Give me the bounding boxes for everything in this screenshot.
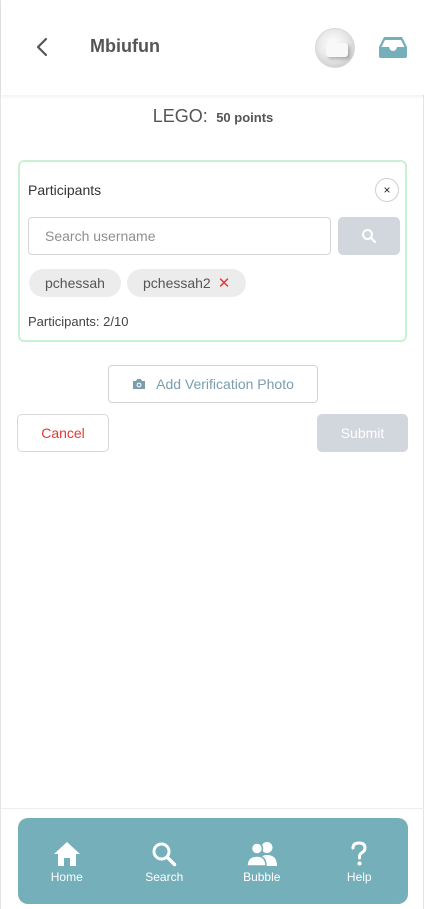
submit-button[interactable]: Submit [317, 414, 408, 452]
participant-username: pchessah [45, 275, 105, 291]
camera-icon [133, 379, 146, 389]
page-title: Mbiufun [90, 36, 160, 56]
close-participants-button[interactable]: × [375, 178, 399, 202]
search-button[interactable] [338, 217, 400, 255]
nav-label-help: Help [346, 869, 372, 884]
participant-username: pchessah2 [143, 275, 211, 291]
avatar-image [326, 43, 348, 57]
search-icon [152, 842, 177, 866]
participants-title: Participants [28, 182, 102, 198]
nav-label-bubble: Bubble [243, 869, 281, 884]
users-icon [245, 841, 277, 867]
nav-divider [1, 808, 424, 809]
app-frame: Mbiufun LEGO: 50 points Participants × S… [0, 0, 424, 909]
add-verification-photo-button[interactable]: Add Verification Photo [108, 365, 318, 403]
search-username-input[interactable] [28, 217, 331, 255]
nav-item-bubble[interactable]: Bubble [222, 831, 302, 891]
bottom-nav: Home Search Bubble Help [18, 818, 408, 904]
search-icon [362, 229, 377, 244]
item-points: 50 points [216, 110, 274, 125]
avatar[interactable] [315, 28, 355, 68]
item-summary: LEGO: 50 points [1, 106, 424, 127]
participant-chip: pchessah2 ✕ [127, 269, 247, 297]
participant-chip: pchessah [29, 269, 121, 297]
question-icon [351, 840, 367, 865]
back-button[interactable] [31, 34, 53, 60]
chevron-left-icon [36, 37, 48, 57]
inbox-button[interactable] [378, 34, 408, 60]
nav-item-search[interactable]: Search [124, 831, 204, 891]
item-name: LEGO: [152, 106, 208, 126]
nav-label-home: Home [50, 869, 83, 884]
home-icon [53, 841, 80, 866]
participants-card: Participants × pchessah pchessah2 ✕ Part… [18, 160, 407, 342]
add-verification-photo-label: Add Verification Photo [156, 376, 294, 392]
nav-item-home[interactable]: Home [27, 831, 107, 891]
inbox-tray-icon [379, 37, 407, 58]
nav-label-search: Search [145, 869, 184, 884]
close-icon: × [383, 183, 391, 197]
cancel-button[interactable]: Cancel [17, 414, 109, 452]
participants-count: Participants: 2/10 [28, 314, 129, 329]
remove-participant-icon[interactable]: ✕ [218, 274, 231, 292]
nav-item-help[interactable]: Help [319, 831, 399, 891]
top-header: Mbiufun [1, 0, 424, 95]
